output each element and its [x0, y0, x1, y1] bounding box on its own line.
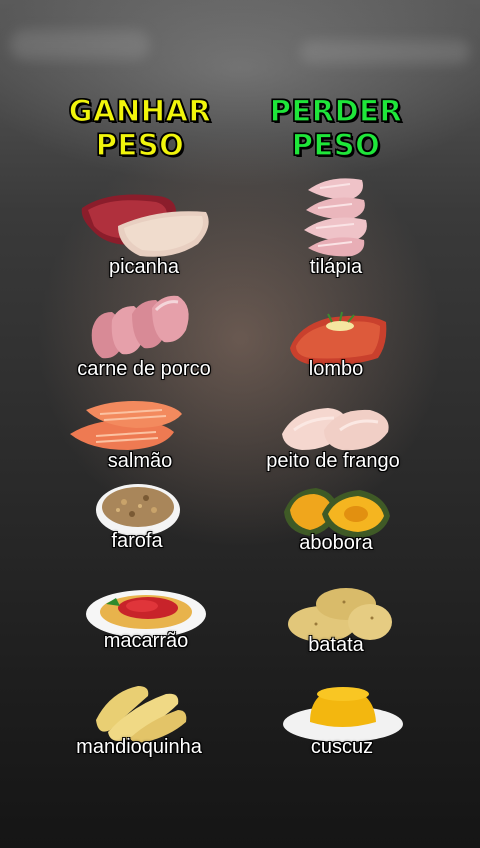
item-label-batata: batata [308, 634, 364, 656]
picanha-icon [81, 194, 209, 257]
background-light-streak [10, 30, 150, 60]
background-light-streak [300, 40, 470, 64]
cuscuz-icon [283, 687, 403, 742]
item-label-cuscuz: cuscuz [310, 736, 374, 758]
tilapia-icon [304, 178, 367, 257]
item-label-peito-de-frango: peito de frango [266, 450, 400, 472]
item-label-lombo: lombo [308, 358, 364, 380]
mandioquinha-icon [96, 686, 187, 743]
chicken-breast-icon [282, 408, 389, 451]
salmon-icon [70, 401, 182, 450]
pork-icon [91, 295, 189, 359]
lose-weight-heading: PERDER PESO [269, 93, 403, 162]
item-label-abobora: abobora [299, 532, 373, 554]
item-label-tilapia: tilápia [309, 256, 363, 278]
